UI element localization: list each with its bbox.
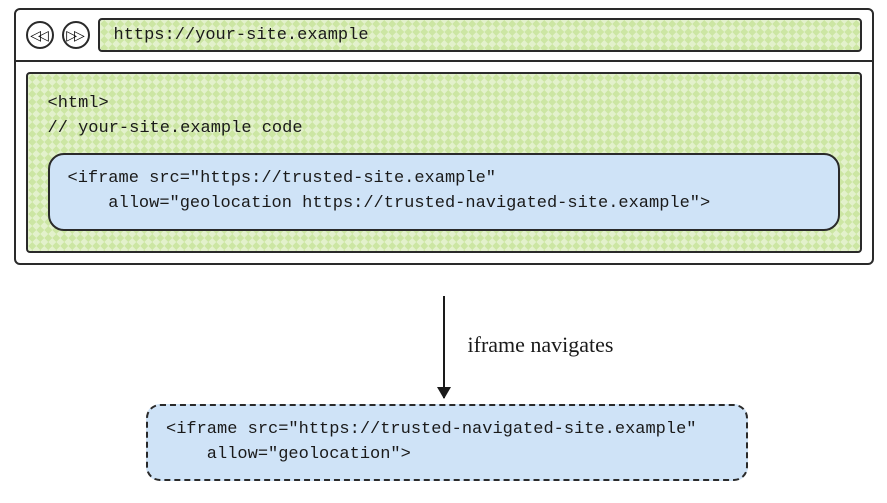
back-button[interactable]: ◁◁ [26, 21, 54, 49]
rewind-icon: ◁◁ [30, 28, 46, 42]
iframe-before: <iframe src="https://trusted-site.exampl… [48, 153, 840, 230]
code-line: <iframe src="https://trusted-navigated-s… [166, 420, 697, 439]
arrow-line-icon [443, 296, 445, 398]
fastforward-icon: ▷▷ [66, 28, 82, 42]
code-line: allow="geolocation https://trusted-navig… [68, 194, 711, 213]
page-viewport: <html> // your-site.example code <iframe… [26, 72, 862, 253]
browser-toolbar: ◁◁ ▷▷ https://your-site.example [16, 10, 872, 62]
address-bar-url: https://your-site.example [114, 26, 369, 45]
arrow-label: iframe navigates [468, 332, 614, 358]
address-bar[interactable]: https://your-site.example [98, 18, 862, 52]
forward-button[interactable]: ▷▷ [62, 21, 90, 49]
arrow-head-icon [437, 387, 451, 399]
navigation-arrow [443, 296, 445, 398]
iframe-after: <iframe src="https://trusted-navigated-s… [146, 404, 748, 481]
code-line: <html> [48, 94, 109, 113]
page-code: <html> // your-site.example code [48, 92, 840, 141]
code-line: allow="geolocation"> [166, 445, 411, 464]
code-line: <iframe src="https://trusted-site.exampl… [68, 169, 496, 188]
browser-window: ◁◁ ▷▷ https://your-site.example <html> /… [14, 8, 874, 265]
code-line: // your-site.example code [48, 119, 303, 138]
